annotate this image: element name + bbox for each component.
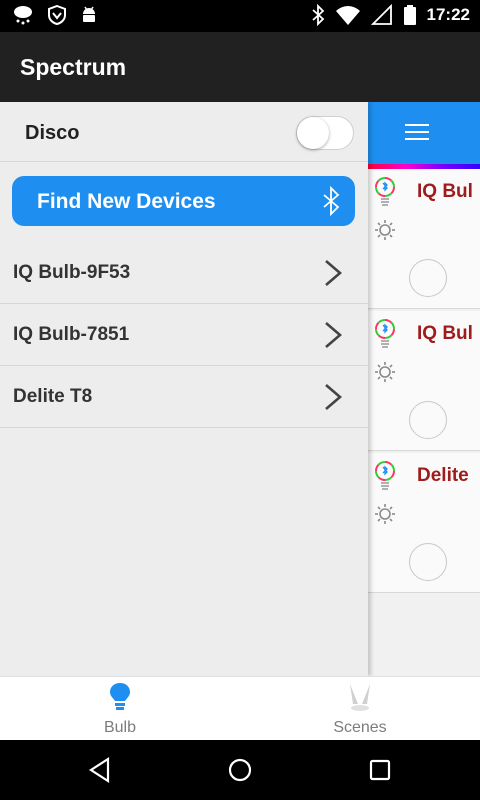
card-device-name: Delite [417, 465, 469, 486]
bulb-card[interactable]: IQ Bul [368, 169, 480, 309]
find-new-devices-label: Find New Devices [37, 190, 216, 213]
system-nav-bar [0, 740, 480, 800]
find-new-devices-button[interactable]: Find New Devices [12, 176, 355, 226]
tab-bulb[interactable]: Bulb [0, 677, 240, 741]
color-bulb-icon [375, 319, 395, 348]
card-device-name: IQ Bul [417, 323, 473, 344]
device-label: IQ Bulb-7851 [13, 324, 130, 345]
chevron-right-icon [325, 384, 342, 410]
status-time: 17:22 [426, 5, 470, 24]
back-icon[interactable] [86, 756, 114, 784]
chevron-right-icon [325, 260, 342, 286]
main-content: IQ Bul IQ Bul Delite Disco Find New Devi… [0, 102, 480, 676]
bulb-panel: IQ Bul IQ Bul Delite [368, 102, 480, 676]
device-row[interactable]: IQ Bulb-7851 [0, 304, 368, 366]
shield-icon [48, 5, 66, 25]
home-icon[interactable] [226, 756, 254, 784]
disco-label: Disco [25, 122, 80, 144]
android-icon [83, 6, 95, 22]
device-row[interactable]: IQ Bulb-9F53 [0, 242, 368, 304]
brightness-icon[interactable] [374, 219, 396, 241]
recents-icon[interactable] [366, 756, 394, 784]
weather-rain-icon [14, 6, 32, 25]
brightness-icon[interactable] [374, 503, 396, 525]
device-label: IQ Bulb-9F53 [13, 262, 131, 283]
bottom-tab-bar: Bulb Scenes [0, 676, 480, 740]
device-row[interactable]: Delite T8 [0, 366, 368, 428]
status-bar: 17:22 [0, 0, 480, 32]
bluetooth-icon [323, 186, 340, 216]
app-bar: Spectrum [0, 32, 480, 102]
tab-label: Scenes [333, 719, 387, 736]
device-label: Delite T8 [13, 386, 93, 407]
disco-toggle[interactable] [296, 116, 354, 150]
card-device-name: IQ Bul [417, 181, 473, 202]
wifi-icon [335, 6, 360, 25]
disco-row: Disco [0, 102, 368, 162]
color-bulb-icon [375, 461, 395, 490]
bluetooth-icon [311, 4, 324, 26]
power-circle-button[interactable] [409, 259, 447, 297]
power-circle-button[interactable] [409, 543, 447, 581]
panel-header [368, 102, 480, 164]
bulb-card[interactable]: IQ Bul [368, 311, 480, 451]
battery-icon [403, 5, 416, 25]
color-bulb-icon [375, 177, 395, 206]
app-title: Spectrum [20, 54, 127, 80]
navigation-drawer: Disco Find New Devices IQ Bulb-9F53 IQ B… [0, 102, 368, 676]
power-circle-button[interactable] [409, 401, 447, 439]
chevron-right-icon [325, 322, 342, 348]
scenes-icon [350, 684, 370, 711]
tab-label: Bulb [103, 719, 137, 736]
brightness-icon[interactable] [374, 361, 396, 383]
tab-scenes[interactable]: Scenes [240, 677, 480, 741]
bulb-icon [110, 683, 130, 710]
bulb-card[interactable]: Delite [368, 453, 480, 593]
signal-icon [370, 4, 392, 25]
menu-icon[interactable] [405, 124, 429, 140]
